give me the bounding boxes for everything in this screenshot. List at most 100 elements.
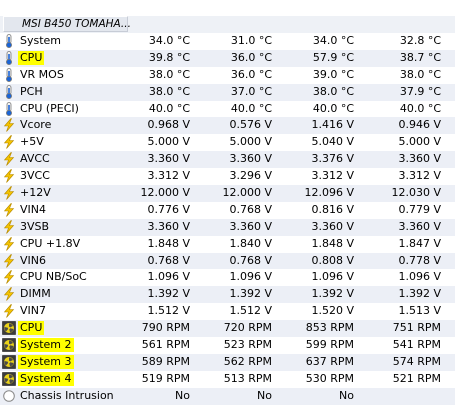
sensor-row[interactable]: PCH 38.0 °C 37.0 °C 38.0 °C 37.9 °C xyxy=(0,83,455,101)
current-value: 39.8 °C xyxy=(148,50,190,64)
current-value: 3.312 V xyxy=(147,169,190,183)
sensor-label: VR MOS xyxy=(20,67,64,81)
sensor-label: VIN7 xyxy=(20,304,46,318)
lightning-icon xyxy=(2,152,16,166)
current-value: 0.968 V xyxy=(147,118,190,132)
minimum-value: 3.360 V xyxy=(229,152,272,166)
current-value: 38.0 °C xyxy=(148,67,190,81)
sensor-row[interactable]: CPU (PECI) 40.0 °C 40.0 °C 40.0 °C 40.0 °C xyxy=(0,101,455,118)
minimum-value: 37.0 °C xyxy=(230,84,272,98)
thermometer-icon xyxy=(2,101,16,116)
current-value: 38.0 °C xyxy=(148,84,190,98)
sensor-label: Vcore xyxy=(20,118,52,132)
average-value: 0.946 V xyxy=(398,118,441,132)
minimum-value: 1.512 V xyxy=(229,304,272,318)
minimum-value: 562 RPM xyxy=(223,354,272,368)
sensor-label: DIMM xyxy=(20,287,51,301)
lightning-icon xyxy=(2,186,16,200)
minimum-value: No xyxy=(257,388,272,402)
current-value: 1.096 V xyxy=(147,270,190,284)
sensor-label: VIN4 xyxy=(20,202,46,216)
thermometer-icon xyxy=(2,50,16,65)
average-value: 521 RPM xyxy=(392,371,441,385)
minimum-value: 523 RPM xyxy=(223,338,272,352)
thermometer-icon xyxy=(2,67,16,82)
maximum-value: 1.416 V xyxy=(311,118,354,132)
lightning-icon xyxy=(2,135,16,150)
sensor-row[interactable]: CPU +1.8V 1.848 V 1.840 V 1.848 V 1.847 V xyxy=(0,236,455,253)
sensor-row[interactable]: 3VCC 3.312 V 3.296 V 3.312 V 3.312 V xyxy=(0,168,455,185)
average-value: 1.392 V xyxy=(398,287,441,301)
average-value: 38.0 °C xyxy=(399,67,441,81)
lightning-icon xyxy=(2,253,16,268)
minimum-value: 513 RPM xyxy=(223,371,272,385)
circle-icon xyxy=(2,389,16,403)
maximum-value: 40.0 °C xyxy=(312,101,354,115)
maximum-value: No xyxy=(339,388,354,402)
maximum-value: 5.040 V xyxy=(311,135,354,149)
current-value: 1.392 V xyxy=(147,287,190,301)
sensor-row[interactable]: 3VSB 3.360 V 3.360 V 3.360 V 3.360 V xyxy=(0,218,455,236)
maximum-value: 853 RPM xyxy=(305,321,354,335)
maximum-value: 1.392 V xyxy=(311,287,354,301)
fan-icon xyxy=(2,355,16,369)
sensor-label: System 4 xyxy=(18,371,74,386)
sensor-row[interactable]: VIN4 0.776 V 0.768 V 0.816 V 0.779 V xyxy=(0,202,455,219)
average-value: 1.096 V xyxy=(398,270,441,284)
sensor-row[interactable]: DIMM 1.392 V 1.392 V 1.392 V 1.392 V xyxy=(0,286,455,304)
sensor-row[interactable]: CPU 790 RPM 720 RPM 853 RPM 751 RPM xyxy=(0,320,455,338)
thermometer-icon xyxy=(2,84,16,99)
average-value: 574 RPM xyxy=(392,354,441,368)
average-value: 751 RPM xyxy=(392,321,441,335)
current-value: 519 RPM xyxy=(141,371,190,385)
maximum-value: 57.9 °C xyxy=(312,50,354,64)
maximum-value: 0.808 V xyxy=(311,253,354,267)
average-value: 12.030 V xyxy=(391,186,441,200)
fan-icon xyxy=(2,338,16,352)
sensor-table: System 34.0 °C 31.0 °C 34.0 °C 32.8 °C CPU 39.… xyxy=(0,33,455,405)
lightning-icon xyxy=(2,236,16,251)
sensor-label: System xyxy=(20,34,62,47)
sensor-label: +12V xyxy=(20,186,51,200)
current-value: 40.0 °C xyxy=(148,101,190,115)
sensor-row[interactable]: AVCC 3.360 V 3.360 V 3.376 V 3.360 V xyxy=(0,151,455,169)
sensor-row[interactable]: +12V 12.000 V 12.000 V 12.096 V 12.030 V xyxy=(0,185,455,202)
average-value: 3.360 V xyxy=(398,219,441,233)
current-value: No xyxy=(175,388,190,402)
device-header[interactable]: MSI B450 TOMAHA... xyxy=(3,16,131,32)
minimum-value: 720 RPM xyxy=(223,321,272,335)
lightning-icon xyxy=(2,169,16,183)
sensor-label: PCH xyxy=(20,84,43,98)
sensor-row[interactable]: System 34.0 °C 31.0 °C 34.0 °C 32.8 °C xyxy=(0,33,455,50)
sensor-label: CPU +1.8V xyxy=(20,236,81,250)
sensor-label: System 2 xyxy=(18,338,74,353)
sensor-row[interactable]: System 4 519 RPM 513 RPM 530 RPM 521 RPM xyxy=(0,371,455,388)
minimum-value: 0.576 V xyxy=(229,118,272,132)
sensor-label: CPU xyxy=(18,50,45,65)
lightning-icon xyxy=(2,304,16,318)
sensor-row[interactable]: CPU NB/SoC 1.096 V 1.096 V 1.096 V 1.096 V xyxy=(0,269,455,286)
sensor-row[interactable]: System 3 589 RPM 562 RPM 637 RPM 574 RPM xyxy=(0,353,455,371)
sensor-row[interactable]: Chassis Intrusion No No No xyxy=(0,387,455,405)
average-value: 0.778 V xyxy=(398,253,441,267)
current-value: 3.360 V xyxy=(147,152,190,166)
minimum-value: 1.096 V xyxy=(229,270,272,284)
sensor-row[interactable]: Vcore 0.968 V 0.576 V 1.416 V 0.946 V xyxy=(0,117,455,135)
average-value: 37.9 °C xyxy=(399,84,441,98)
sensor-row[interactable]: System 2 561 RPM 523 RPM 599 RPM 541 RPM xyxy=(0,337,455,354)
sensor-row[interactable]: CPU 39.8 °C 36.0 °C 57.9 °C 38.7 °C xyxy=(0,49,455,67)
sensor-row[interactable]: +5V 5.000 V 5.000 V 5.040 V 5.000 V xyxy=(0,134,455,151)
sensor-label: +5V xyxy=(20,135,44,149)
average-value: 3.312 V xyxy=(398,169,441,183)
current-value: 790 RPM xyxy=(141,321,190,335)
sensor-row[interactable]: VIN7 1.512 V 1.512 V 1.520 V 1.513 V xyxy=(0,303,455,320)
sensor-row[interactable]: VR MOS 38.0 °C 36.0 °C 39.0 °C 38.0 °C xyxy=(0,67,455,84)
minimum-value: 1.392 V xyxy=(229,287,272,301)
maximum-value: 599 RPM xyxy=(305,338,354,352)
maximum-value: 34.0 °C xyxy=(312,34,354,47)
sensor-label: CPU NB/SoC xyxy=(20,270,87,284)
minimum-value: 40.0 °C xyxy=(230,101,272,115)
average-value: 38.7 °C xyxy=(399,50,441,64)
sensor-row[interactable]: VIN6 0.768 V 0.768 V 0.808 V 0.778 V xyxy=(0,252,455,270)
current-value: 0.776 V xyxy=(147,202,190,216)
